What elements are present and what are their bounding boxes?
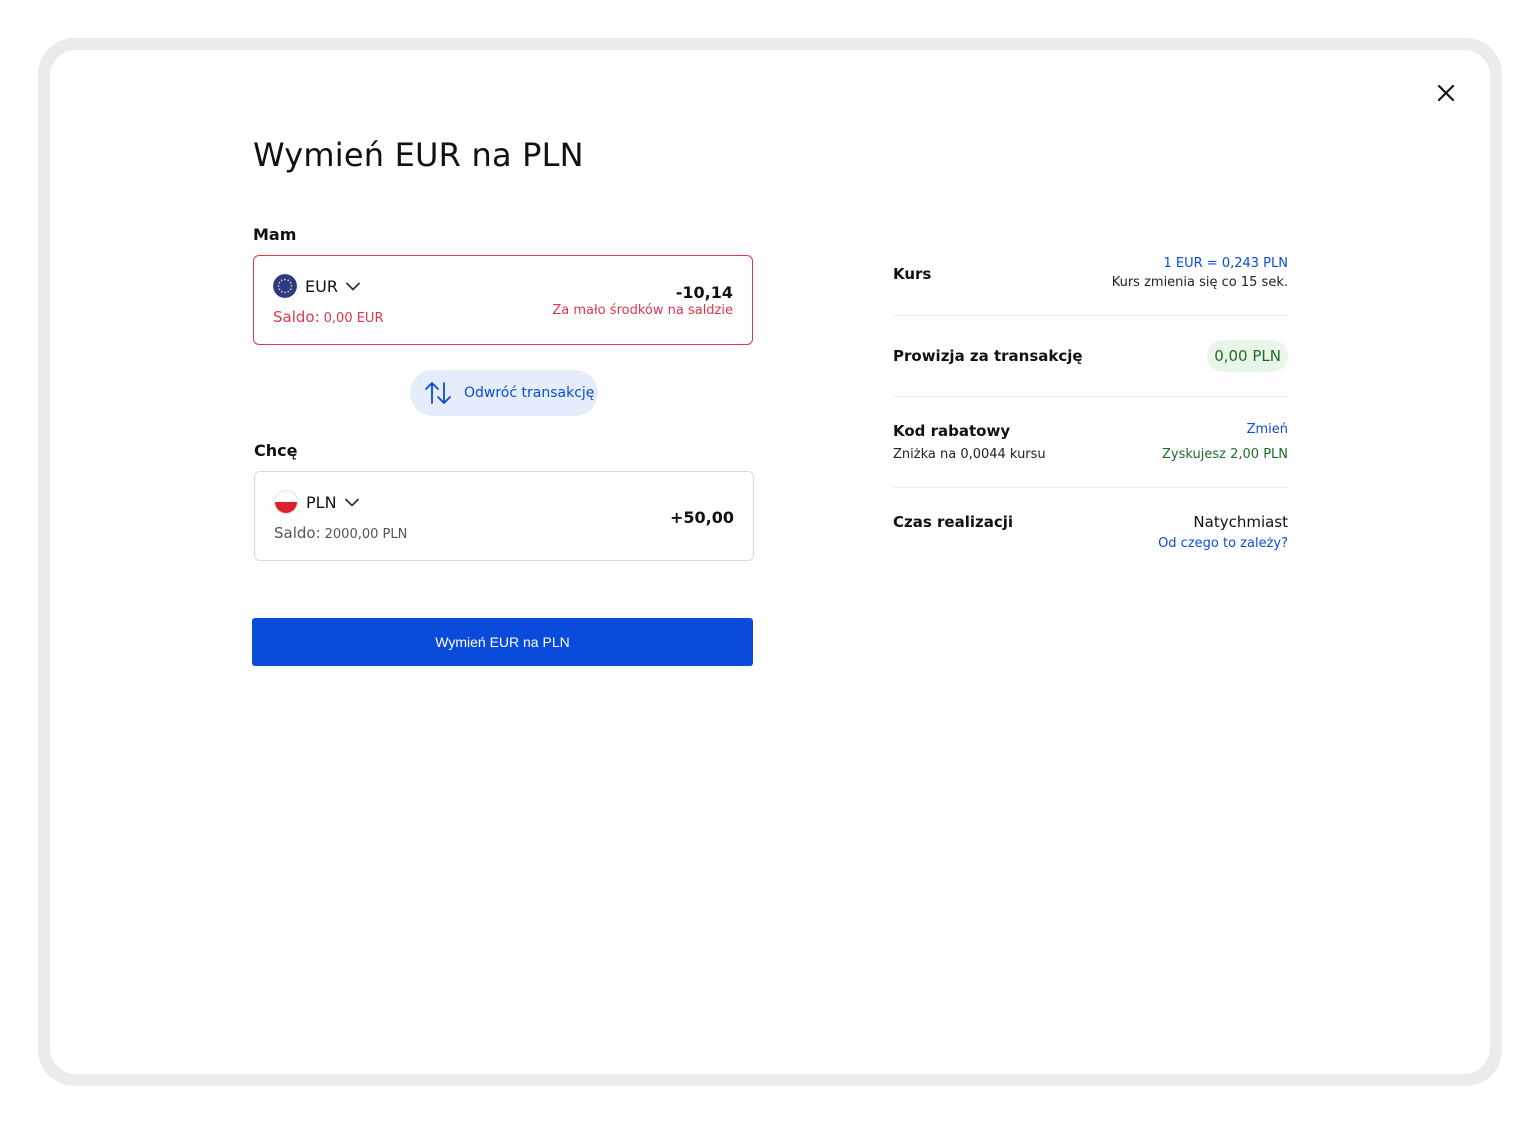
swap-transaction-button[interactable]: Odwróć transakcję — [410, 370, 598, 416]
chevron-down-icon — [346, 282, 360, 290]
divider — [893, 315, 1288, 316]
exchange-submit-button[interactable]: Wymień EUR na PLN — [252, 618, 753, 666]
have-label: Mam — [253, 225, 297, 244]
have-error-message: Za mało środków na saldzie — [552, 303, 733, 318]
swap-transaction-label: Odwróć transakcję — [464, 385, 595, 401]
have-balance-value: 0,00 EUR — [323, 311, 384, 326]
page-title: Wymień EUR na PLN — [253, 136, 584, 174]
have-currency-select[interactable]: EUR — [273, 274, 360, 298]
have-currency-code: EUR — [305, 276, 338, 296]
divider — [893, 487, 1288, 488]
want-balance: Saldo: 2000,00 PLN — [274, 524, 407, 542]
want-balance-label: Saldo: — [274, 524, 321, 542]
exchange-modal: Wymień EUR na PLN Mam EUR Saldo: 0,00 EU… — [50, 50, 1490, 1074]
divider — [893, 396, 1288, 397]
processing-time-info-link[interactable]: Od czego to zależy? — [1158, 536, 1288, 551]
want-amount-value[interactable]: +50,00 — [670, 508, 734, 527]
want-currency-select[interactable]: PLN — [274, 490, 359, 514]
rate-note: Kurs zmienia się co 15 sek. — [1111, 275, 1288, 290]
have-amount-value[interactable]: -10,14 — [676, 283, 733, 302]
eu-flag-icon — [273, 274, 297, 298]
have-amount-box[interactable]: EUR Saldo: 0,00 EUR -10,14 Za mało środkó… — [253, 255, 753, 345]
have-balance: Saldo: 0,00 EUR — [273, 308, 383, 326]
want-currency-code: PLN — [306, 492, 337, 512]
want-label: Chcę — [254, 441, 298, 460]
chevron-down-icon — [344, 498, 359, 506]
fee-value-badge: 0,00 PLN — [1207, 340, 1288, 372]
close-icon — [1437, 84, 1455, 102]
pl-flag-icon — [274, 490, 298, 514]
fee-label: Prowizja za transakcję — [893, 347, 1083, 365]
want-balance-value: 2000,00 PLN — [324, 527, 408, 542]
have-balance-label: Saldo: — [273, 308, 320, 326]
discount-code-label: Kod rabatowy — [893, 422, 1011, 440]
discount-gain: Zyskujesz 2,00 PLN — [1162, 447, 1288, 462]
rate-label: Kurs — [893, 265, 932, 283]
processing-time-label: Czas realizacji — [893, 513, 1014, 531]
processing-time-value: Natychmiast — [1193, 513, 1288, 531]
swap-arrows-icon — [425, 382, 451, 404]
want-amount-box[interactable]: PLN Saldo: 2000,00 PLN +50,00 — [254, 471, 754, 561]
discount-change-link[interactable]: Zmień — [1247, 422, 1288, 437]
close-button[interactable] — [1433, 80, 1459, 106]
discount-description: Zniżka na 0,0044 kursu — [893, 447, 1046, 462]
rate-value: 1 EUR = 0,243 PLN — [1163, 256, 1288, 271]
